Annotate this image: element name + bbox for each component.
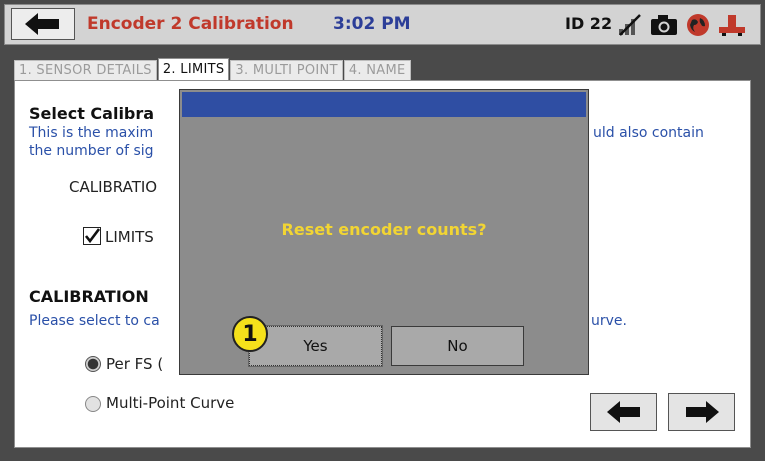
section-description-line2: the number of sig — [29, 143, 154, 159]
left-arrow-icon — [606, 401, 640, 423]
clock-time: 3:02 PM — [333, 14, 411, 34]
header-bar: Encoder 2 Calibration 3:02 PM ID 22 — [4, 4, 761, 45]
next-button[interactable] — [668, 393, 735, 431]
step-number-badge: 1 — [232, 316, 268, 352]
right-arrow-icon — [685, 401, 719, 423]
section-heading-calibration: CALIBRATION — [29, 287, 149, 306]
device-id: ID 22 — [565, 14, 613, 33]
dialog-message: Reset encoder counts? — [281, 220, 487, 239]
radio-per-fs-label: Per FS ( — [106, 355, 164, 373]
limits-checkbox[interactable] — [83, 227, 101, 245]
radio-multi-point-label: Multi-Point Curve — [106, 394, 235, 412]
usb-icon — [717, 12, 747, 38]
radio-per-fs[interactable] — [85, 356, 101, 372]
yes-button[interactable]: Yes — [248, 325, 383, 367]
tab-multi-point[interactable]: 3. MULTI POINT — [230, 60, 343, 80]
section-description-line1: This is the maxim — [29, 125, 154, 141]
section-description-line1-end: uld also contain — [593, 125, 704, 141]
tab-name[interactable]: 4. NAME — [343, 60, 411, 80]
radio-multi-point-curve[interactable] — [85, 396, 101, 412]
tab-limits[interactable]: 2. LIMITS — [157, 58, 230, 80]
no-button[interactable]: No — [391, 326, 524, 366]
previous-button[interactable] — [590, 393, 657, 431]
no-signal-icon — [617, 12, 643, 38]
tab-sensor-details[interactable]: 1. SENSOR DETAILS — [14, 60, 157, 80]
checkmark-icon — [84, 228, 100, 244]
camera-icon — [650, 12, 678, 38]
tab-bar: 1. SENSOR DETAILS 2. LIMITS 3. MULTI POI… — [14, 58, 412, 80]
back-button[interactable] — [11, 8, 75, 40]
calibration-description: Please select to ca — [29, 313, 160, 329]
section-heading-select-calibration: Select Calibra — [29, 104, 155, 123]
calibration-field-label: CALIBRATIO — [69, 178, 158, 196]
calibration-description-end: urve. — [591, 313, 627, 329]
page-title: Encoder 2 Calibration — [87, 14, 294, 34]
dialog-titlebar — [182, 92, 586, 117]
limits-checkbox-label: LIMITS — [105, 228, 154, 246]
globe-icon — [685, 12, 711, 38]
back-arrow-icon — [25, 13, 59, 35]
